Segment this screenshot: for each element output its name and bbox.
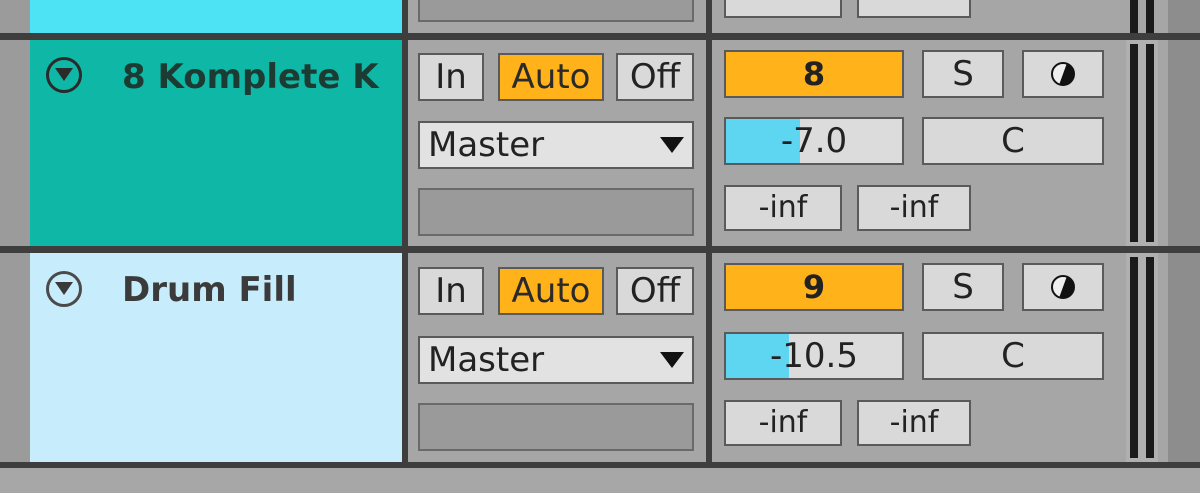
- phase-icon: [1051, 275, 1075, 299]
- volume-slider[interactable]: -7.0: [724, 117, 904, 165]
- monitor-in-button[interactable]: In: [418, 53, 484, 101]
- prev-meter-right: [1146, 0, 1154, 33]
- prev-track-slot: [418, 0, 694, 22]
- fold-triangle-icon[interactable]: [46, 57, 82, 93]
- track-name: Drum Fill: [122, 270, 297, 310]
- bottom-strip: [0, 468, 1200, 493]
- track-9-io: In Auto Off Master: [408, 253, 706, 462]
- row-separator: [0, 246, 1200, 253]
- phase-icon: [1051, 62, 1075, 86]
- fold-triangle-icon[interactable]: [46, 271, 82, 307]
- track-8-mixer: 8 S -7.0 C -inf -inf: [712, 40, 1168, 246]
- monitor-off-button[interactable]: Off: [616, 53, 694, 101]
- pan-control[interactable]: C: [922, 332, 1104, 380]
- monitor-auto-button[interactable]: Auto: [498, 267, 604, 315]
- prev-track-mixer: [712, 0, 1168, 33]
- solo-button[interactable]: S: [922, 50, 1004, 98]
- solo-button[interactable]: S: [922, 263, 1004, 311]
- meter-right: [1146, 44, 1154, 242]
- send-b-control[interactable]: -inf: [857, 400, 971, 446]
- volume-value: -7.0: [780, 121, 848, 161]
- volume-slider[interactable]: -10.5: [724, 332, 904, 380]
- meter-left: [1130, 44, 1138, 242]
- prev-track-io: [408, 0, 706, 33]
- monitor-auto-button[interactable]: Auto: [498, 53, 604, 101]
- track-name: 8 Komplete K: [122, 57, 379, 97]
- monitor-in-button[interactable]: In: [418, 267, 484, 315]
- prev-track-color: [30, 0, 402, 33]
- send-b-control[interactable]: -inf: [857, 185, 971, 231]
- output-value: Master: [428, 125, 545, 165]
- track-activator-button[interactable]: 9: [724, 263, 904, 311]
- prev-send-b[interactable]: [857, 0, 971, 18]
- output-channel-slot[interactable]: [418, 188, 694, 236]
- meter-left: [1130, 257, 1138, 458]
- track-activator-button[interactable]: 8: [724, 50, 904, 98]
- row-separator: [0, 33, 1200, 40]
- arm-button[interactable]: [1022, 50, 1104, 98]
- dropdown-arrow-icon: [660, 137, 684, 153]
- dropdown-arrow-icon: [660, 352, 684, 368]
- output-dropdown[interactable]: Master: [418, 121, 694, 169]
- monitor-off-button[interactable]: Off: [616, 267, 694, 315]
- output-channel-slot[interactable]: [418, 403, 694, 451]
- track-header-9[interactable]: Drum Fill: [30, 253, 402, 462]
- output-value: Master: [428, 340, 545, 380]
- track-8-io: In Auto Off Master: [408, 40, 706, 246]
- volume-value: -10.5: [770, 336, 858, 376]
- arm-button[interactable]: [1022, 263, 1104, 311]
- prev-meter-left: [1130, 0, 1138, 33]
- send-a-control[interactable]: -inf: [724, 185, 842, 231]
- pan-control[interactable]: C: [922, 117, 1104, 165]
- track-9-mixer: 9 S -10.5 C -inf -inf: [712, 253, 1168, 462]
- send-a-control[interactable]: -inf: [724, 400, 842, 446]
- meter-right: [1146, 257, 1154, 458]
- output-dropdown[interactable]: Master: [418, 336, 694, 384]
- track-header-8[interactable]: 8 Komplete K: [30, 40, 402, 246]
- prev-send-a[interactable]: [724, 0, 842, 18]
